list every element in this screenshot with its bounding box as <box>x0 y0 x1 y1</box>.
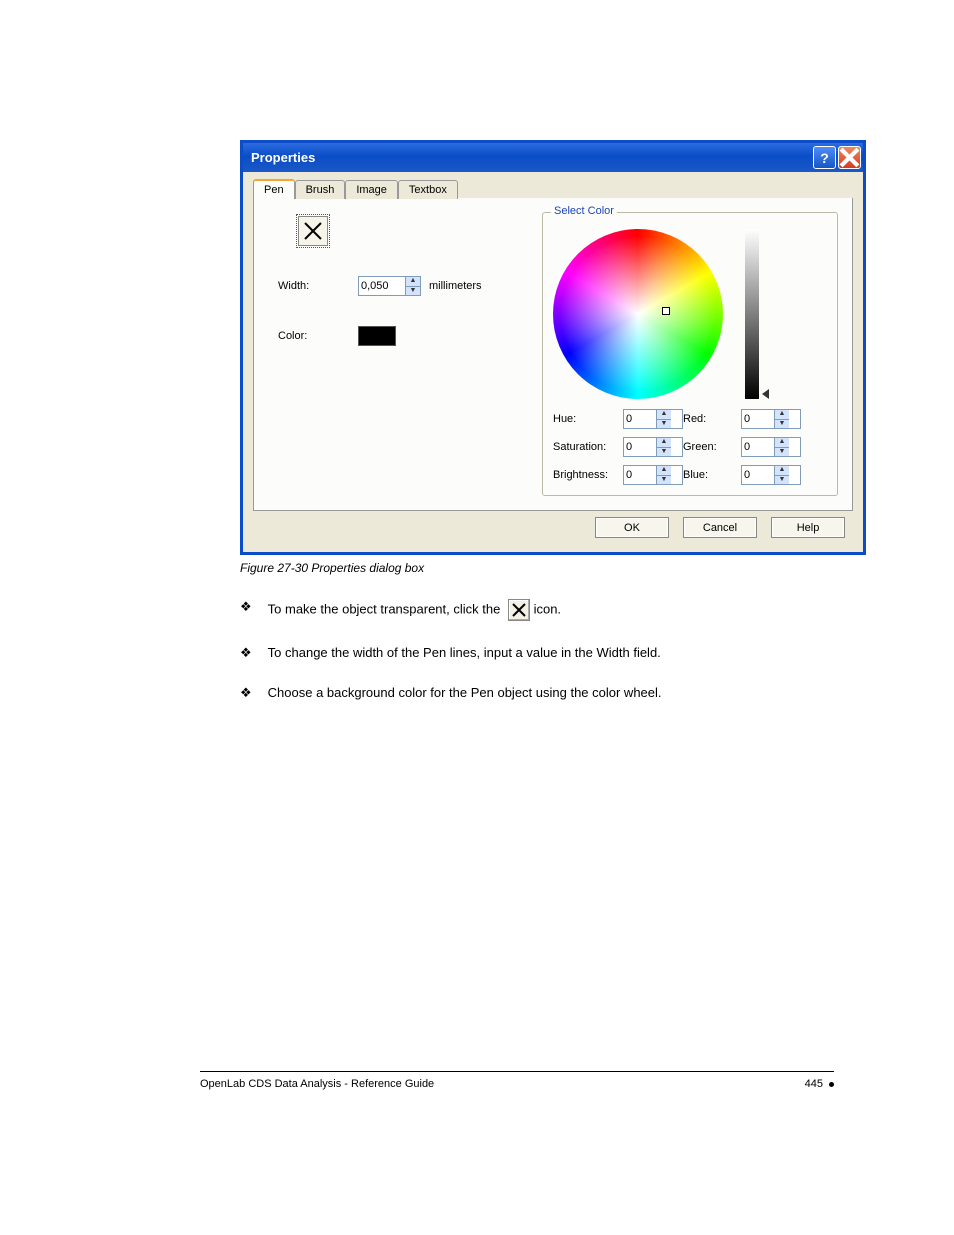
list-item: ❖ Choose a background color for the Pen … <box>240 685 894 701</box>
chevron-down-icon[interactable]: ▼ <box>775 448 789 457</box>
saturation-label: Saturation: <box>553 441 623 453</box>
chevron-up-icon[interactable]: ▲ <box>775 466 789 476</box>
tab-pen[interactable]: Pen <box>253 179 295 199</box>
bullet-text: To change the width of the Pen lines, in… <box>268 645 661 660</box>
blue-label: Blue: <box>683 469 741 481</box>
width-stepper[interactable]: ▲▼ <box>405 277 420 295</box>
brightness-input[interactable] <box>624 466 656 484</box>
dialog-title: Properties <box>251 150 315 165</box>
saturation-input[interactable] <box>624 438 656 456</box>
help-icon[interactable]: ? <box>813 146 836 169</box>
tab-brush[interactable]: Brush <box>295 180 346 199</box>
tab-textbox[interactable]: Textbox <box>398 180 458 199</box>
chevron-up-icon[interactable]: ▲ <box>657 438 671 448</box>
blue-input[interactable] <box>742 466 774 484</box>
chevron-down-icon[interactable]: ▼ <box>657 448 671 457</box>
figure-caption: Figure 27-30 Properties dialog box <box>240 561 894 575</box>
page-footer: OpenLab CDS Data Analysis - Reference Gu… <box>200 1078 834 1090</box>
close-icon[interactable] <box>838 146 861 169</box>
tab-image[interactable]: Image <box>345 180 398 199</box>
chevron-up-icon[interactable]: ▲ <box>775 410 789 420</box>
transparent-icon <box>508 599 530 621</box>
dot-icon <box>829 1082 834 1087</box>
chevron-down-icon[interactable]: ▼ <box>657 420 671 429</box>
chevron-down-icon[interactable]: ▼ <box>657 476 671 485</box>
red-input[interactable] <box>742 410 774 428</box>
green-input[interactable] <box>742 438 774 456</box>
chevron-up-icon[interactable]: ▲ <box>775 438 789 448</box>
bullet-text: To make the object transparent, click th… <box>268 599 561 621</box>
chevron-up-icon[interactable]: ▲ <box>657 466 671 476</box>
brightness-label: Brightness: <box>553 469 623 481</box>
diamond-bullet-icon: ❖ <box>240 599 252 615</box>
width-input[interactable] <box>359 277 405 295</box>
red-spinner[interactable]: ▲▼ <box>741 409 801 429</box>
saturation-spinner[interactable]: ▲▼ <box>623 437 683 457</box>
tab-strip: Pen Brush Image Textbox <box>253 178 853 199</box>
color-swatch[interactable] <box>358 326 396 346</box>
instruction-list: ❖ To make the object transparent, click … <box>240 599 894 701</box>
diamond-bullet-icon: ❖ <box>240 645 252 661</box>
brightness-slider[interactable] <box>745 229 759 399</box>
ok-button[interactable]: OK <box>595 517 669 538</box>
footer-title: OpenLab CDS Data Analysis - Reference Gu… <box>200 1078 434 1090</box>
hue-input[interactable] <box>624 410 656 428</box>
green-spinner[interactable]: ▲▼ <box>741 437 801 457</box>
transparent-button[interactable] <box>298 216 328 246</box>
color-label: Color: <box>278 330 358 342</box>
help-button[interactable]: Help <box>771 517 845 538</box>
select-color-group: Select Color Hue: <box>542 212 838 496</box>
chevron-down-icon[interactable]: ▼ <box>775 476 789 485</box>
diamond-bullet-icon: ❖ <box>240 685 252 701</box>
bullet-text: Choose a background color for the Pen ob… <box>268 685 662 700</box>
green-label: Green: <box>683 441 741 453</box>
width-spinner[interactable]: ▲▼ <box>358 276 421 296</box>
chevron-up-icon[interactable]: ▲ <box>657 410 671 420</box>
hue-spinner[interactable]: ▲▼ <box>623 409 683 429</box>
page-number: 445 <box>805 1078 823 1090</box>
list-item: ❖ To make the object transparent, click … <box>240 599 894 621</box>
brightness-spinner[interactable]: ▲▼ <box>623 465 683 485</box>
red-label: Red: <box>683 413 741 425</box>
color-wheel-marker <box>662 307 670 315</box>
hue-label: Hue: <box>553 413 623 425</box>
chevron-down-icon[interactable]: ▼ <box>775 420 789 429</box>
blue-spinner[interactable]: ▲▼ <box>741 465 801 485</box>
list-item: ❖ To change the width of the Pen lines, … <box>240 645 894 661</box>
width-unit: millimeters <box>429 280 482 292</box>
group-legend: Select Color <box>551 205 617 217</box>
color-wheel[interactable] <box>553 229 723 399</box>
chevron-up-icon[interactable]: ▲ <box>406 277 420 287</box>
chevron-down-icon[interactable]: ▼ <box>406 287 420 296</box>
cancel-button[interactable]: Cancel <box>683 517 757 538</box>
properties-dialog: Properties ? Pen Brush Image Textbox <box>240 140 866 555</box>
dialog-titlebar[interactable]: Properties ? <box>243 143 863 172</box>
width-label: Width: <box>278 280 358 292</box>
brightness-marker[interactable] <box>762 389 769 399</box>
